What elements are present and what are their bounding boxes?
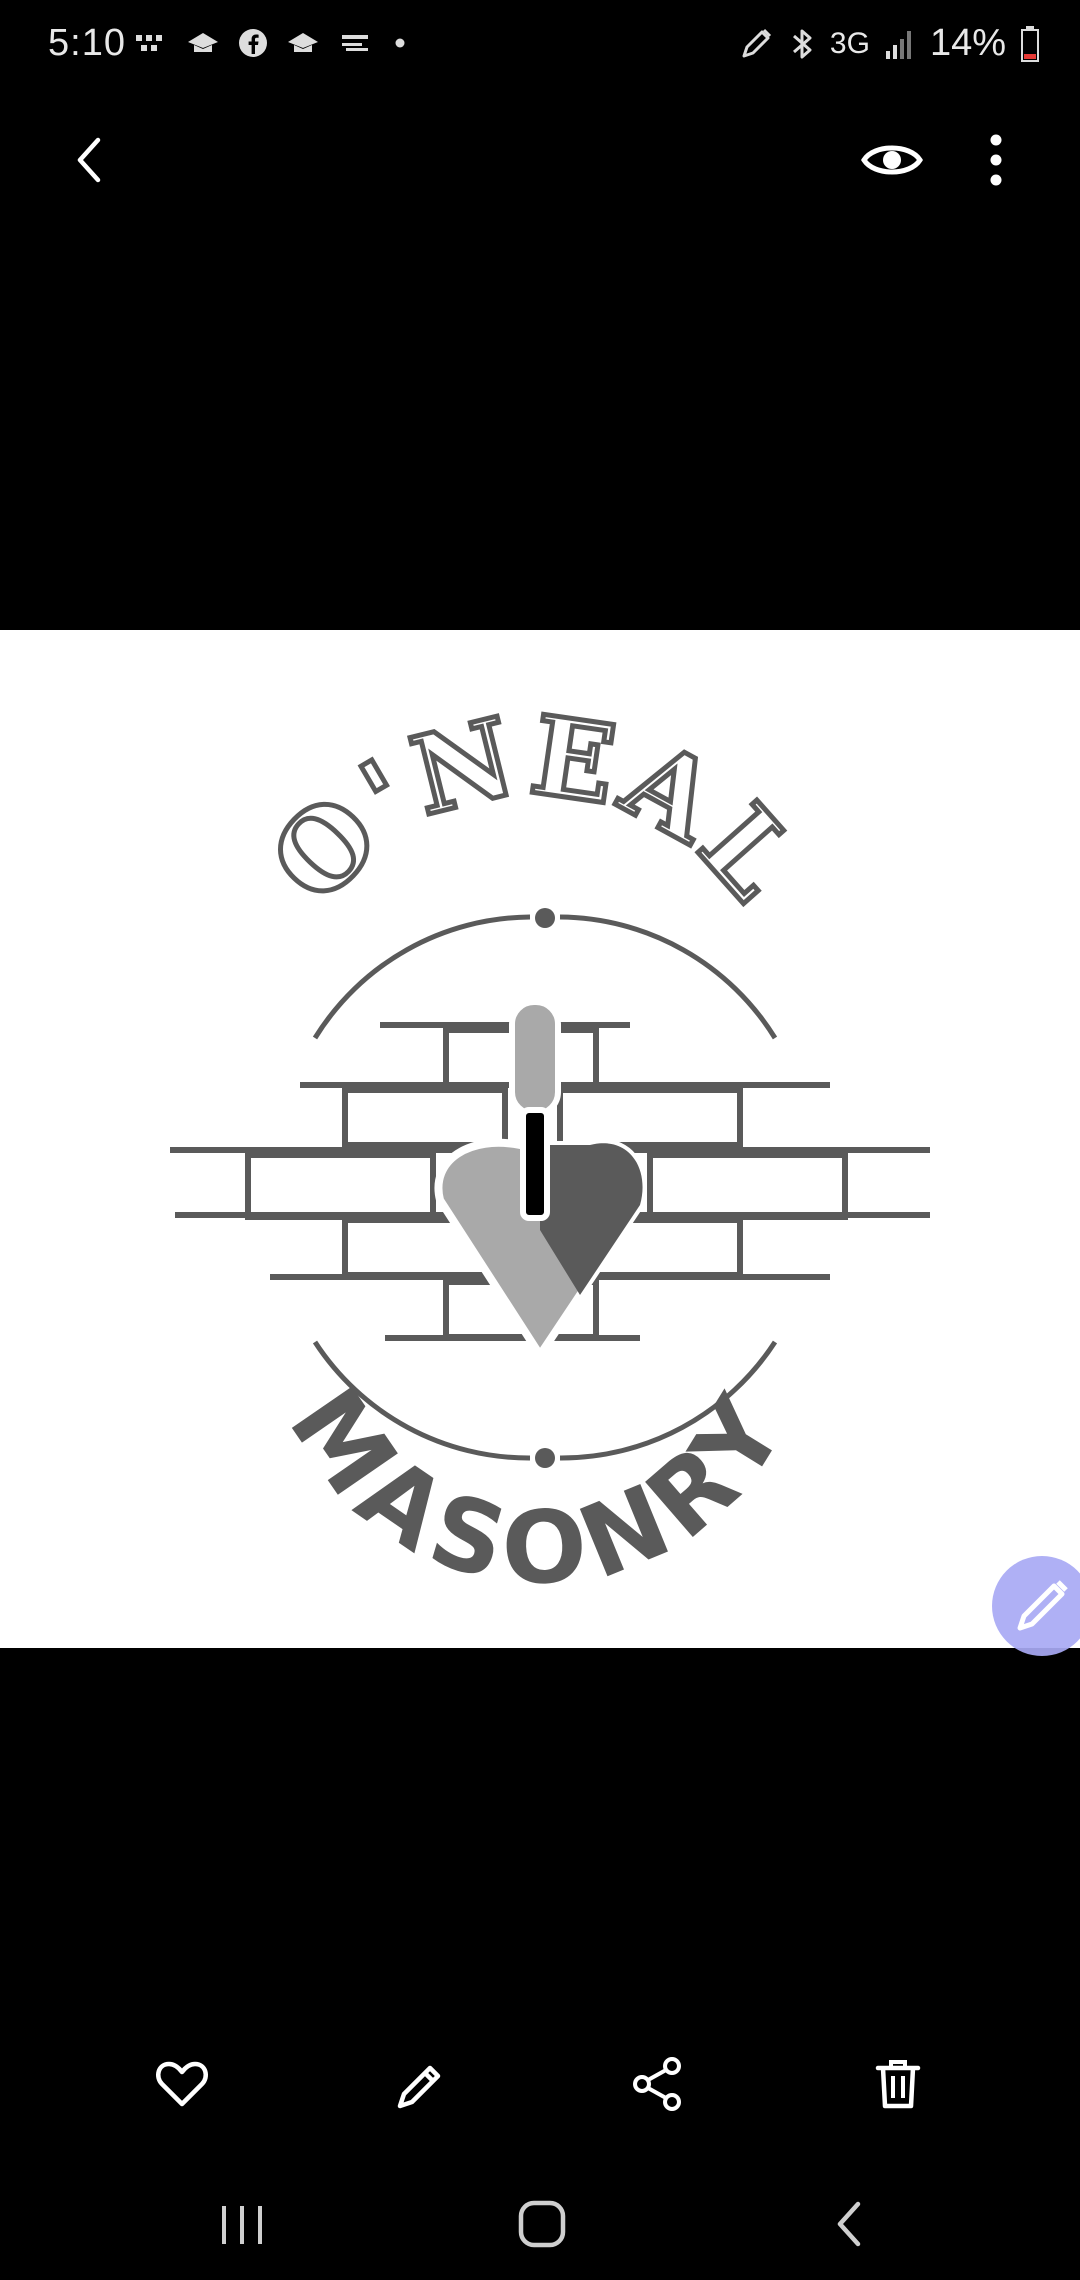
photo-viewer-image[interactable]: O'NEAL MASONRY [0,630,1080,1648]
hat-icon [188,33,218,52]
notification-icons [134,28,410,58]
pen-icon [742,28,771,57]
home-icon [518,2200,566,2248]
chevron-left-icon [77,137,101,183]
logo-top-text: O'NEAL [247,693,823,928]
viewer-top-bar [0,110,1080,210]
facebook-icon [239,29,267,57]
share-button[interactable] [628,2054,688,2114]
more-vertical-icon [990,134,1002,186]
system-navigation-bar [0,2170,1080,2280]
nav-back-button[interactable] [822,2196,878,2252]
floating-edit-button[interactable] [992,1556,1080,1656]
trash-icon [875,2060,921,2109]
battery-percent: 14% [929,22,1006,64]
system-status-icons: 3G 14% [738,22,1040,65]
grid-dots-icon [136,35,162,51]
share-icon [633,2057,681,2111]
signal-icon [885,30,911,59]
back-icon [837,2201,861,2247]
pencil-icon [397,2065,441,2109]
status-bar: 5:10 3G 14% [0,0,1080,100]
battery-icon [1021,25,1039,62]
favorite-button[interactable] [152,2054,212,2114]
status-time: 5:10 [48,22,126,64]
hat-icon [288,33,318,52]
screenshot-icon [342,35,368,51]
eye-icon [861,145,923,175]
view-details-button[interactable] [860,130,924,190]
delete-button[interactable] [868,2054,928,2114]
pencil-icon [1017,1580,1068,1631]
back-button[interactable] [60,130,120,190]
dot-icon [395,38,405,48]
recent-apps-button[interactable] [214,2200,270,2250]
network-type: 3G [829,26,870,60]
home-button[interactable] [514,2196,570,2252]
bluetooth-icon [792,29,812,58]
photo-actions-bar [0,2040,1080,2120]
more-options-button[interactable] [966,130,1026,190]
heart-icon [156,2061,208,2107]
recent-apps-icon [222,2206,262,2244]
masonry-logo: O'NEAL MASONRY [170,690,930,1608]
logo-bottom-text: MASONRY [267,1368,812,1608]
edit-button[interactable] [390,2054,450,2114]
